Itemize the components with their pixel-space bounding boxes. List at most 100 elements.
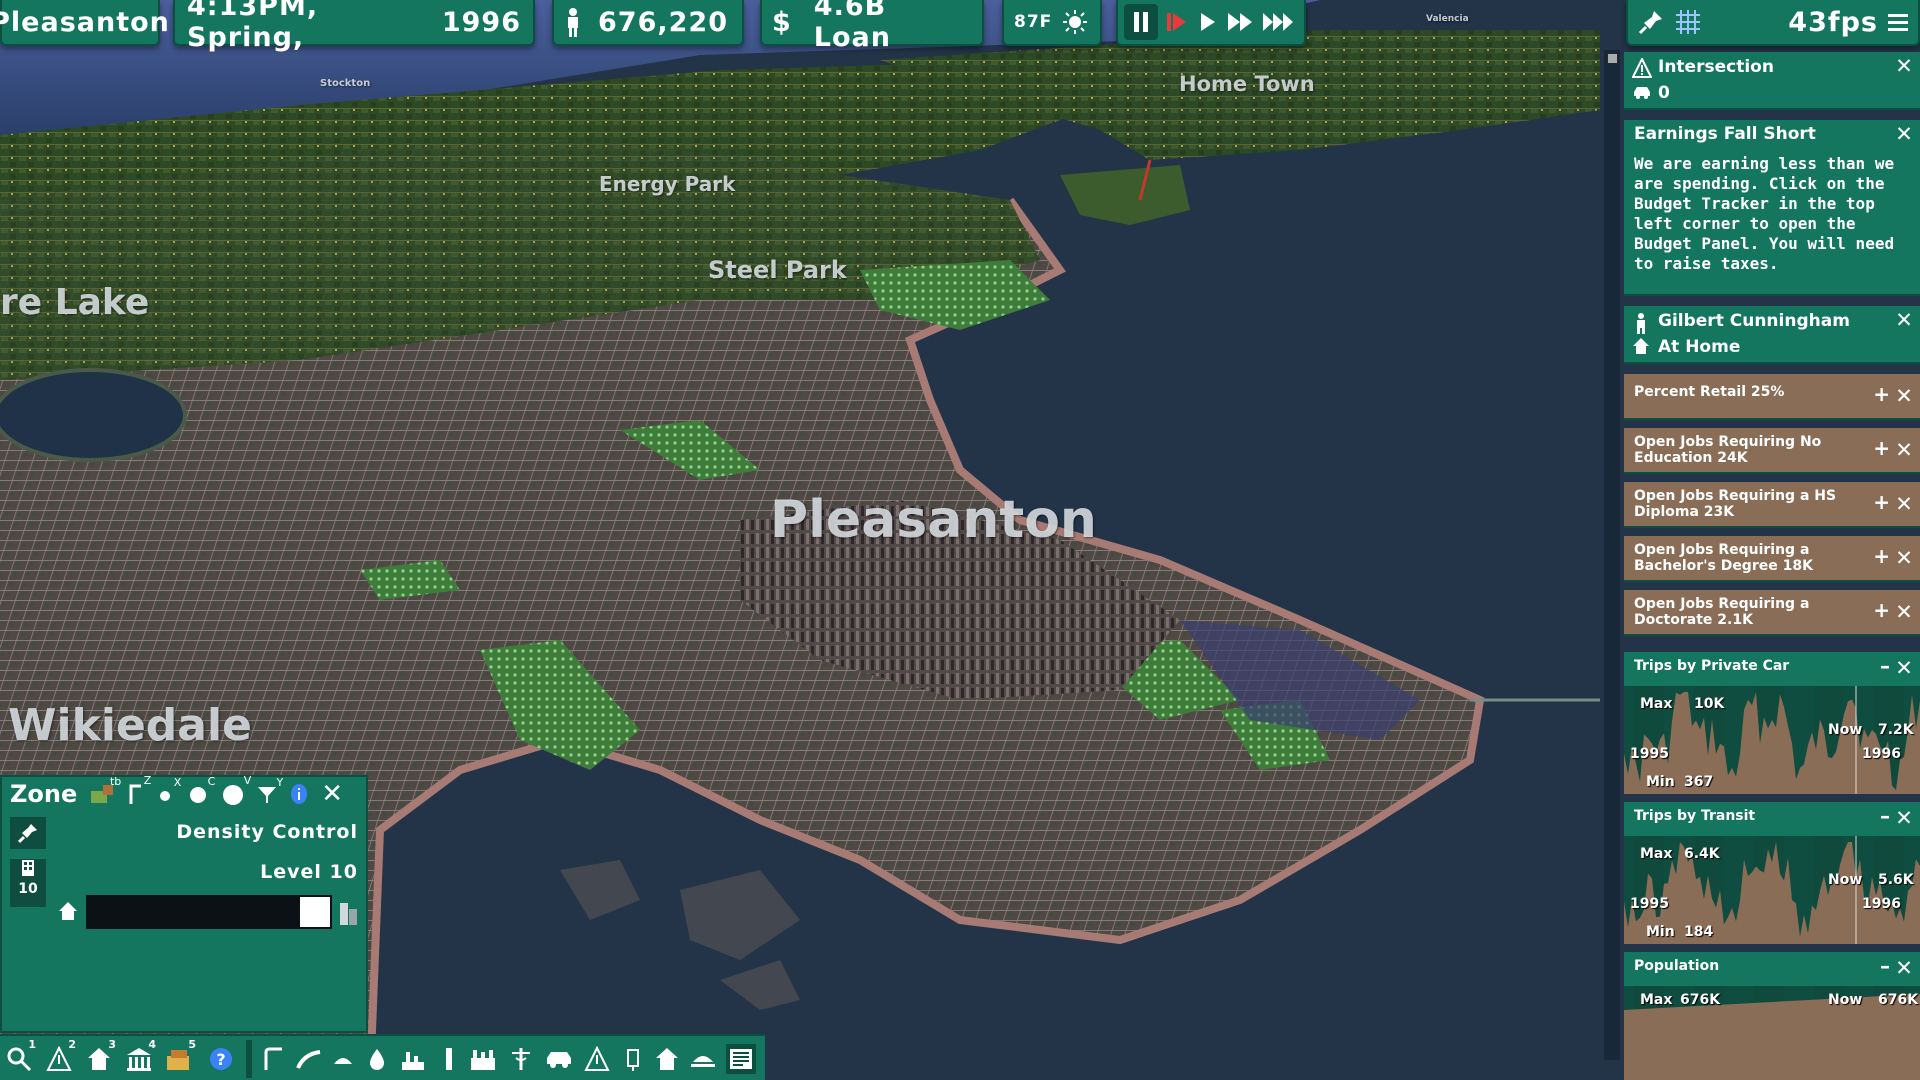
newspaper-icon[interactable] (726, 1044, 756, 1074)
chart-end-year: 1996 (1862, 896, 1901, 912)
dollar-icon: $ (772, 6, 792, 38)
density-control-label: Density Control (176, 821, 358, 843)
tower-icon[interactable] (434, 1044, 464, 1074)
funnel-tool-icon[interactable]: Y (257, 776, 283, 804)
intersection-panel[interactable]: Intersection ✕ 0 (1624, 52, 1920, 110)
date-time-panel[interactable]: 4:13PM, Spring, 1996 (173, 0, 535, 53)
chart-title: Trips by Private Car (1634, 658, 1790, 674)
stat-percent-retail[interactable]: Percent Retail 25% + ✕ (1624, 374, 1920, 420)
health-icon[interactable] (506, 1044, 536, 1074)
density-slider-thumb[interactable] (300, 897, 330, 927)
citizen-panel[interactable]: Gilbert Cunningham ✕ At Home (1624, 306, 1920, 364)
road-icon[interactable] (260, 1044, 290, 1074)
car-icon (1632, 84, 1652, 100)
chart-start-year: 1995 (1630, 746, 1669, 762)
circle-tool-icon[interactable]: C (187, 775, 215, 805)
stat-jobs-hs-diploma[interactable]: Open Jobs Requiring a HS Diploma 23K + ✕ (1624, 482, 1920, 528)
budget-tracker[interactable]: $ 4.6B Loan (760, 0, 984, 53)
fast-forward-button[interactable] (1226, 11, 1254, 33)
close-icon[interactable]: ✕ (1894, 386, 1914, 407)
close-icon[interactable]: ✕ (1894, 440, 1914, 461)
bus-stop-icon[interactable] (618, 1044, 648, 1074)
grid-icon[interactable] (1674, 8, 1702, 36)
close-icon[interactable]: ✕ (1894, 658, 1914, 679)
toolbar-divider (246, 1040, 252, 1078)
city-name: Pleasanton (0, 6, 170, 38)
hotkey-label: X (173, 776, 182, 789)
point-tool-icon[interactable]: X (157, 776, 181, 804)
expand-button[interactable]: + (1873, 490, 1890, 514)
expand-button[interactable]: + (1873, 382, 1890, 406)
population-panel[interactable]: 676,220 (552, 0, 744, 46)
hotkey-label: 2 (68, 1038, 76, 1051)
close-icon[interactable]: ✕ (1894, 494, 1914, 515)
hotkey-label: 5 (188, 1038, 196, 1051)
expand-button[interactable]: + (1873, 598, 1890, 622)
hotkey-label: Z (143, 774, 152, 787)
close-icon[interactable]: ✕ (1894, 602, 1914, 623)
industry-icon[interactable] (468, 1044, 498, 1074)
chart-min-label: Min (1646, 924, 1675, 940)
hotkey-label: 3 (108, 1038, 116, 1051)
large-circle-tool-icon[interactable]: V (221, 774, 251, 806)
help-icon[interactable]: ? (206, 1044, 236, 1074)
scrollbar-track[interactable] (1604, 50, 1620, 1060)
close-icon[interactable]: ✕ (1894, 56, 1914, 77)
chart-max-label: Max (1640, 846, 1673, 862)
chart-title: Population (1634, 958, 1720, 974)
expand-button[interactable]: + (1873, 544, 1890, 568)
collapse-button[interactable]: – (1880, 804, 1890, 828)
transit-icon[interactable] (328, 1044, 358, 1074)
close-icon[interactable]: ✕ (321, 779, 343, 809)
power-icon[interactable] (398, 1044, 428, 1074)
close-icon[interactable]: ✕ (1894, 310, 1914, 331)
chart-population[interactable]: Population – ✕ Max 676K Now 676K (1624, 952, 1920, 1080)
chart-now-label: Now (1828, 872, 1863, 888)
menu-icon[interactable] (1888, 12, 1908, 32)
pin-icon[interactable] (10, 817, 46, 849)
line-tool-icon[interactable]: Z (127, 774, 151, 806)
chart-transit[interactable]: Trips by Transit – ✕ Max 6.4K Now 5.6K 1… (1624, 802, 1920, 944)
search-icon[interactable]: 1 (4, 1038, 36, 1074)
pause-button[interactable] (1124, 4, 1158, 40)
stat-jobs-bachelors[interactable]: Open Jobs Requiring a Bachelor's Degree … (1624, 536, 1920, 582)
vehicle-icon[interactable] (544, 1044, 574, 1074)
government-building-icon[interactable]: 4 (124, 1038, 156, 1074)
close-icon[interactable]: ✕ (1894, 548, 1914, 569)
stat-jobs-no-education[interactable]: Open Jobs Requiring No Education 24K + ✕ (1624, 428, 1920, 474)
expand-button[interactable]: + (1873, 436, 1890, 460)
density-slider[interactable] (86, 895, 332, 929)
close-icon[interactable]: ✕ (1894, 808, 1914, 829)
city-name-panel[interactable]: Pleasanton (0, 0, 169, 46)
density-level-badge[interactable]: 10 (10, 859, 46, 907)
collapse-button[interactable]: – (1880, 654, 1890, 678)
earnings-panel[interactable]: Earnings Fall Short ✕ We are earning les… (1624, 120, 1920, 296)
fastest-button[interactable] (1262, 11, 1294, 33)
weather-panel[interactable]: 87F (1002, 0, 1102, 46)
money-icon[interactable]: 5 (164, 1038, 196, 1074)
amenity-icon[interactable] (688, 1044, 718, 1074)
close-icon[interactable]: ✕ (1894, 124, 1914, 145)
house-icon[interactable] (652, 1044, 682, 1074)
step-button[interactable] (1166, 11, 1188, 33)
zone-brush-icon[interactable]: tb (89, 775, 121, 805)
stat-jobs-doctorate[interactable]: Open Jobs Requiring a Doctorate 2.1K + ✕ (1624, 590, 1920, 636)
play-button[interactable] (1196, 11, 1218, 33)
info-icon[interactable] (289, 783, 309, 805)
chart-now-value: 5.6K (1878, 872, 1914, 888)
water-icon[interactable] (362, 1044, 392, 1074)
earnings-title: Earnings Fall Short (1634, 124, 1816, 144)
residential-zone-icon[interactable]: 3 (84, 1038, 116, 1074)
chart-private-car[interactable]: Trips by Private Car – ✕ Max 10K Now 7.2… (1624, 652, 1920, 794)
building-icon (20, 859, 36, 877)
chart-max-label: Max (1640, 992, 1673, 1008)
chart-now-label: Now (1828, 992, 1863, 1008)
map-label-valencia: Valencia (1426, 14, 1469, 24)
collapse-button[interactable]: – (1880, 954, 1890, 978)
close-icon[interactable]: ✕ (1894, 958, 1914, 979)
warning-icon[interactable]: 2 (44, 1038, 76, 1074)
pin-icon[interactable] (1638, 9, 1664, 35)
hazard-icon[interactable] (582, 1044, 612, 1074)
home-icon (58, 901, 78, 921)
expressway-icon[interactable] (294, 1044, 324, 1074)
